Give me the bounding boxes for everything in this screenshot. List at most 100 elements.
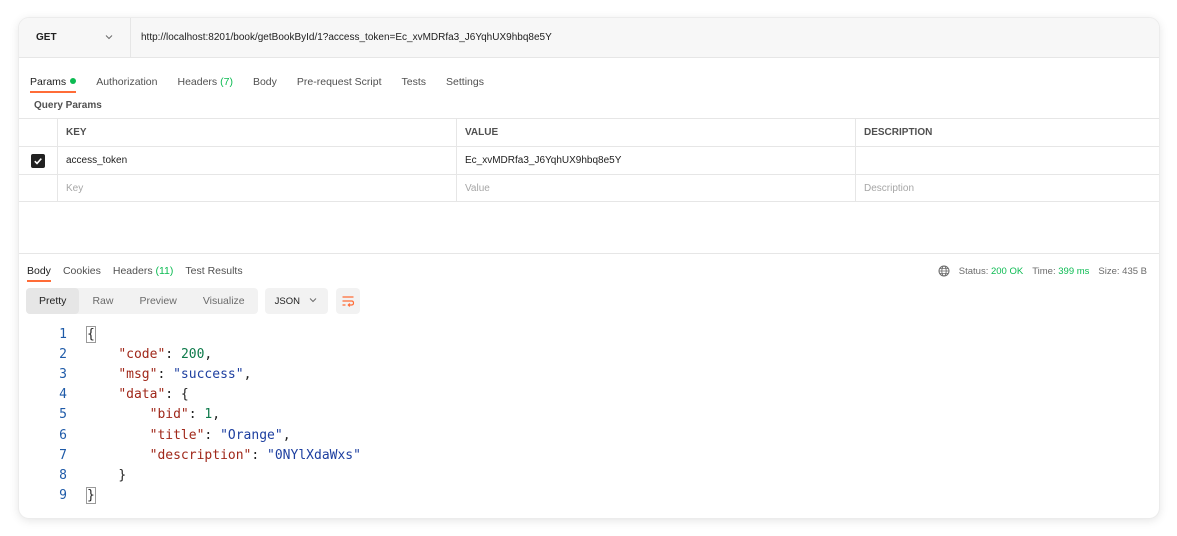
- response-tab-cookies[interactable]: Cookies: [63, 265, 101, 277]
- view-pretty-button[interactable]: Pretty: [26, 288, 80, 314]
- globe-icon[interactable]: [938, 265, 950, 277]
- tab-body[interactable]: Body: [253, 76, 277, 88]
- wrap-lines-icon: [342, 296, 355, 307]
- tab-settings-label: Settings: [446, 76, 484, 88]
- response-body-code[interactable]: 1{2 "code": 200, 3 "msg": "success", 4 "da…: [19, 324, 1159, 506]
- line-number: 1: [59, 326, 67, 342]
- code-token: }: [118, 467, 127, 483]
- response-divider[interactable]: [19, 253, 1159, 254]
- line-number: 5: [59, 407, 67, 423]
- status-value[interactable]: 200 OK: [991, 266, 1023, 277]
- code-token: :: [188, 407, 205, 423]
- code-text: {: [67, 325, 96, 343]
- response-tab-headers-label: Headers: [112, 265, 153, 277]
- format-select[interactable]: JSON: [264, 288, 328, 314]
- chevron-down-icon: [308, 295, 318, 308]
- code-token: "description": [149, 447, 252, 463]
- view-raw-button[interactable]: Raw: [79, 288, 126, 314]
- code-line: 6 "title": "Orange",: [19, 425, 1159, 445]
- response-tab-test-results[interactable]: Test Results: [185, 265, 242, 277]
- size-label: Size:: [1098, 265, 1120, 277]
- code-line: 5 "bid": 1,: [19, 405, 1159, 425]
- code-line: 4 "data": {: [19, 385, 1159, 405]
- code-token: "Orange": [220, 427, 283, 443]
- tab-tests[interactable]: Tests: [402, 76, 427, 88]
- view-visualize-button[interactable]: Visualize: [190, 288, 258, 314]
- header-description: DESCRIPTION: [855, 119, 1159, 146]
- table-row: access_token Ec_xvMDRfa3_J6YqhUX9hbq8e5Y: [19, 146, 1159, 174]
- code-line: 2 "code": 200,: [19, 344, 1159, 364]
- code-token: : {: [165, 387, 189, 403]
- code-token: }: [86, 487, 96, 505]
- code-text: "description": "0NYlXdaWxs": [67, 448, 361, 463]
- code-text: }: [67, 487, 96, 505]
- table-row-new: Key Value Description: [19, 174, 1159, 202]
- code-line: 3 "msg": "success",: [19, 364, 1159, 384]
- status-label: Status:: [958, 265, 989, 277]
- new-description-input[interactable]: Description: [855, 175, 1159, 201]
- header-value: VALUE: [456, 119, 855, 146]
- code-token: ,: [212, 407, 221, 423]
- code-token: {: [86, 325, 96, 343]
- response-tabs: Body Cookies Headers (11) Test Results: [27, 261, 255, 282]
- code-line: 7 "description": "0NYlXdaWxs": [19, 445, 1159, 465]
- tab-headers[interactable]: Headers (7): [177, 76, 232, 88]
- query-params-table: KEY VALUE DESCRIPTION access_token Ec_xv…: [19, 118, 1159, 202]
- params-active-dot: [70, 78, 77, 84]
- code-token: "0NYlXdaWxs": [267, 447, 361, 463]
- response-tab-headers[interactable]: Headers (11): [113, 265, 174, 277]
- size-value[interactable]: 435 B: [1122, 266, 1147, 277]
- view-preview-button[interactable]: Preview: [126, 288, 189, 314]
- check-icon: [34, 157, 42, 165]
- new-value-input[interactable]: Value: [456, 175, 855, 201]
- param-description-cell[interactable]: [855, 147, 1159, 174]
- method-select[interactable]: GET: [19, 18, 131, 58]
- param-value-cell[interactable]: Ec_xvMDRfa3_J6YqhUX9hbq8e5Y: [456, 147, 855, 174]
- chevron-down-icon: [104, 32, 114, 45]
- response-status-bar: Status: 200 OK Time: 399 ms Size: 435 B: [938, 261, 1147, 281]
- time-label: Time:: [1032, 265, 1056, 277]
- tab-headers-count: (7): [220, 76, 233, 88]
- method-label: GET: [36, 32, 57, 43]
- line-number: 8: [59, 467, 67, 483]
- code-token: "msg": [118, 366, 158, 382]
- view-mode-group: Pretty Raw Preview Visualize: [26, 288, 258, 314]
- code-line: 1{: [19, 324, 1159, 344]
- code-token: "data": [118, 387, 166, 403]
- code-token: ,: [204, 346, 213, 362]
- table-header-check: [19, 119, 57, 146]
- tab-params[interactable]: Params: [30, 76, 77, 93]
- tab-settings[interactable]: Settings: [446, 76, 484, 88]
- tab-authorization-label: Authorization: [96, 76, 158, 88]
- tab-params-label: Params: [30, 76, 67, 88]
- request-tabs: Params Authorization Headers (7) Body Pr…: [30, 72, 504, 93]
- code-token: :: [251, 447, 268, 463]
- tab-authorization[interactable]: Authorization: [96, 76, 157, 88]
- url-input[interactable]: http://localhost:8201/book/getBookById/1…: [131, 32, 552, 43]
- response-tab-body[interactable]: Body: [27, 265, 51, 282]
- format-label: JSON: [274, 295, 300, 307]
- code-token: "title": [149, 427, 205, 443]
- code-text: "bid": 1,: [67, 407, 220, 422]
- time-value[interactable]: 399 ms: [1058, 266, 1089, 277]
- line-number: 2: [59, 346, 67, 362]
- tab-pre-request-script-label: Pre-request Script: [296, 76, 382, 88]
- tab-tests-label: Tests: [401, 76, 427, 88]
- code-text: }: [67, 468, 126, 483]
- tab-pre-request-script[interactable]: Pre-request Script: [297, 76, 382, 88]
- tab-headers-label: Headers: [177, 76, 218, 88]
- code-token: :: [157, 366, 174, 382]
- code-text: "msg": "success",: [67, 367, 251, 382]
- header-key: KEY: [57, 119, 456, 146]
- wrap-lines-button[interactable]: [336, 288, 360, 314]
- response-tab-body-label: Body: [27, 265, 51, 277]
- line-number: 6: [59, 427, 67, 443]
- response-tab-headers-count: (11): [155, 265, 174, 277]
- code-token: ,: [282, 427, 291, 443]
- param-checkbox[interactable]: [31, 153, 45, 168]
- param-key-cell[interactable]: access_token: [57, 147, 456, 174]
- tab-body-label: Body: [252, 76, 277, 88]
- line-number: 4: [59, 387, 67, 403]
- code-text: "data": {: [67, 387, 189, 403]
- new-key-input[interactable]: Key: [57, 175, 456, 201]
